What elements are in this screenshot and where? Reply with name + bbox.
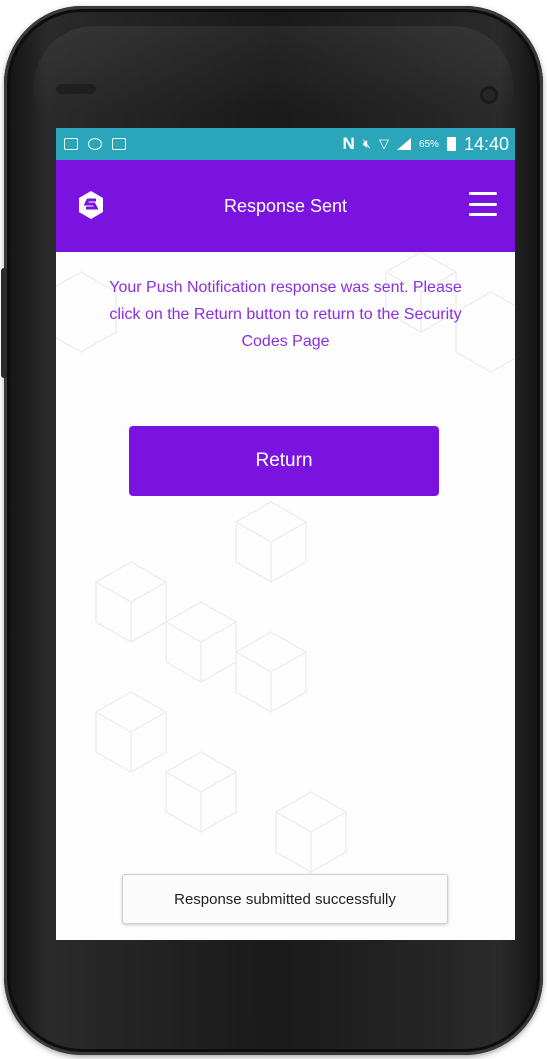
wifi-icon: ▽ <box>378 136 389 151</box>
toast-text: Response submitted successfully <box>174 890 396 908</box>
status-bar: N 🔇︎ ▽ 65% 14:40 <box>56 128 515 160</box>
main-content: Your Push Notification response was sent… <box>56 252 515 940</box>
gallery-icon <box>64 138 78 150</box>
phone-side-button <box>1 268 7 378</box>
app-bar: Response Sent <box>56 160 515 252</box>
page-title: Response Sent <box>223 196 348 216</box>
signal-icon <box>396 138 411 150</box>
clock: 14:40 <box>463 133 509 154</box>
sync-icon <box>88 138 102 150</box>
success-toast: Response submitted successfully <box>122 874 448 924</box>
battery-icon <box>446 137 456 151</box>
front-camera <box>480 86 498 104</box>
return-button[interactable]: Return <box>129 426 439 496</box>
message-icon <box>112 138 126 150</box>
mute-icon: 🔇︎ <box>362 136 371 151</box>
cube-pattern-background <box>56 252 515 873</box>
speaker-grille <box>56 84 96 94</box>
hamburger-menu-icon[interactable] <box>469 192 497 216</box>
phone-sheen <box>34 26 513 116</box>
nfc-icon: N <box>342 134 355 153</box>
response-message: Your Push Notification response was sent… <box>109 279 462 350</box>
device-screen: N 🔇︎ ▽ 65% 14:40 Response Sent Your Push… <box>56 128 515 940</box>
battery-percent: 65% <box>418 138 439 150</box>
